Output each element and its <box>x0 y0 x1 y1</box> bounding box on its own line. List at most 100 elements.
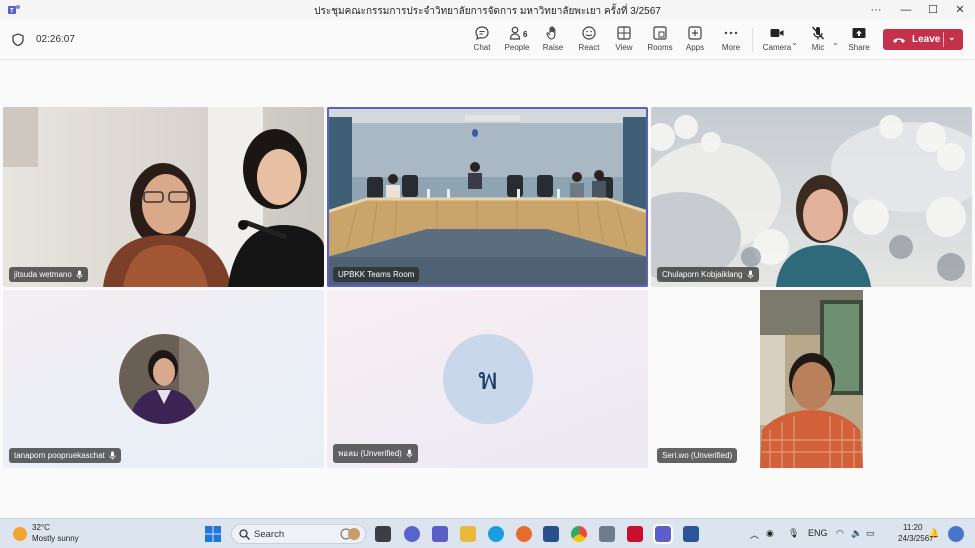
participant-tile[interactable]: jitsuda wetmano <box>3 107 324 287</box>
participant-name-tag: jitsuda wetmano <box>9 267 88 282</box>
raise-hand-button[interactable]: Raise <box>533 25 573 52</box>
windows-start-icon[interactable] <box>205 526 221 542</box>
chat-label: Chat <box>473 43 491 52</box>
weather-sun-icon[interactable] <box>13 527 27 541</box>
participant-name-tag: tanaporn poopruekaschat <box>9 448 121 463</box>
store-icon[interactable] <box>543 526 559 542</box>
react-label: React <box>578 43 600 52</box>
copilot-icon[interactable] <box>948 526 964 542</box>
share-button[interactable]: Share <box>839 25 879 52</box>
participant-video <box>760 290 863 468</box>
share-icon <box>852 28 866 38</box>
mic-options-chevron-icon[interactable]: ⌄ <box>832 38 839 47</box>
participant-name: tanaporn poopruekaschat <box>14 451 105 460</box>
minimize-button[interactable]: — <box>892 2 920 18</box>
weather-description[interactable]: Mostly sunny <box>32 534 79 543</box>
view-label: View <box>615 43 633 52</box>
tray-overflow-chevron-icon[interactable]: ︿ <box>750 528 759 541</box>
participant-name-tag: UPBKK Teams Room <box>333 267 420 282</box>
calculator-icon[interactable] <box>599 526 615 542</box>
more-label: More <box>721 43 741 52</box>
participant-name: Seri.wo (Unverified) <box>662 451 733 460</box>
participant-tile[interactable]: Seri.wo (Unverified) <box>651 290 972 468</box>
search-highlight-icon <box>340 528 360 540</box>
more-button[interactable]: More <box>711 25 751 52</box>
raise-hand-icon <box>546 26 556 40</box>
taskbar-search-box[interactable]: Search <box>231 524 366 544</box>
windows-taskbar: 32°C Mostly sunny Search ︿ ◉ 🎙 ENG ◠ 🔈 ▭… <box>0 518 975 548</box>
more-icon <box>724 31 738 35</box>
participant-tile[interactable]: Chulaporn Kobjaiklang <box>651 107 972 287</box>
mic-off-icon <box>811 26 825 40</box>
mic-label: Mic <box>811 43 825 52</box>
rooms-label: Rooms <box>647 43 673 52</box>
participant-name-tag: พอลม (Unverified) <box>333 444 418 463</box>
chrome-icon[interactable] <box>571 526 587 542</box>
file-explorer-icon[interactable] <box>460 526 476 542</box>
meeting-stage: jitsuda wetmano UPBKK Teams Room Chulapo… <box>0 60 975 518</box>
volume-icon[interactable]: 🔈 <box>851 528 862 539</box>
maximize-button[interactable]: ☐ <box>919 2 947 18</box>
chat-icon <box>475 26 489 41</box>
share-label: Share <box>848 43 870 52</box>
word-icon[interactable] <box>683 526 699 542</box>
participant-name: พอลม (Unverified) <box>338 449 402 458</box>
participant-name: jitsuda wetmano <box>14 270 72 279</box>
edge-icon[interactable] <box>488 526 504 542</box>
people-button[interactable]: People <box>497 25 537 52</box>
window-title-bar: T ประชุมคณะกรรมการประจำวิทยาลัยการจัดการ… <box>0 0 975 20</box>
leave-options-chevron-icon[interactable]: ⌄ <box>948 32 956 43</box>
participant-tile[interactable]: พ พอลม (Unverified) <box>327 290 648 468</box>
notification-bell-icon[interactable]: 🔔 <box>928 528 939 539</box>
hang-up-icon <box>893 37 905 43</box>
teams-chat-icon[interactable] <box>404 526 420 542</box>
camera-icon <box>770 29 784 37</box>
window-more-button[interactable]: ··· <box>862 2 890 18</box>
raise-label: Raise <box>542 43 564 52</box>
firefox-icon[interactable] <box>516 526 532 542</box>
mic-icon <box>406 449 413 458</box>
close-button[interactable]: ✕ <box>946 2 974 18</box>
people-label: People <box>504 43 530 52</box>
taskbar-clock-time[interactable]: 11:20 <box>903 523 922 532</box>
participant-tile-selected[interactable]: UPBKK Teams Room <box>327 107 648 287</box>
mic-icon <box>109 451 116 460</box>
participant-video <box>3 107 324 287</box>
view-button[interactable]: View <box>604 25 644 52</box>
acrobat-icon[interactable] <box>627 526 643 542</box>
people-count-badge: 6 <box>523 30 528 39</box>
apps-label: Apps <box>685 43 705 52</box>
leave-label: Leave <box>912 34 941 45</box>
chat-button[interactable]: Chat <box>462 25 502 52</box>
tray-mic-icon[interactable]: 🎙 <box>788 528 799 539</box>
shield-icon <box>12 33 24 46</box>
camera-options-chevron-icon[interactable]: ⌄ <box>791 38 798 47</box>
participant-name-tag: Seri.wo (Unverified) <box>657 448 738 463</box>
search-icon <box>239 529 250 540</box>
leave-button[interactable]: Leave ⌄ <box>883 29 963 50</box>
wifi-icon[interactable]: ◠ <box>836 528 844 539</box>
battery-icon[interactable]: ▭ <box>866 528 875 539</box>
participant-video <box>651 107 972 287</box>
toolbar-divider <box>752 28 753 52</box>
mic-icon <box>76 270 83 279</box>
participant-initial-avatar: พ <box>443 334 533 424</box>
weather-temperature[interactable]: 32°C <box>32 523 50 532</box>
teams-active-icon[interactable] <box>653 524 673 544</box>
react-button[interactable]: React <box>569 25 609 52</box>
participant-avatar <box>119 334 209 424</box>
camera-label: Camera <box>762 43 792 52</box>
view-icon <box>617 26 631 40</box>
task-view-icon[interactable] <box>375 526 391 542</box>
apps-icon <box>688 26 702 40</box>
apps-button[interactable]: Apps <box>675 25 715 52</box>
tray-app-icon[interactable]: ◉ <box>766 528 774 539</box>
participant-name: Chulaporn Kobjaiklang <box>662 270 743 279</box>
rooms-button[interactable]: Rooms <box>640 25 680 52</box>
language-indicator[interactable]: ENG <box>808 528 828 538</box>
search-label: Search <box>254 529 285 540</box>
window-title: ประชุมคณะกรรมการประจำวิทยาลัยการจัดการ ม… <box>314 6 661 17</box>
teams-icon[interactable] <box>432 526 448 542</box>
participant-tile[interactable]: tanaporn poopruekaschat <box>3 290 324 468</box>
participant-name-tag: Chulaporn Kobjaiklang <box>657 267 759 282</box>
